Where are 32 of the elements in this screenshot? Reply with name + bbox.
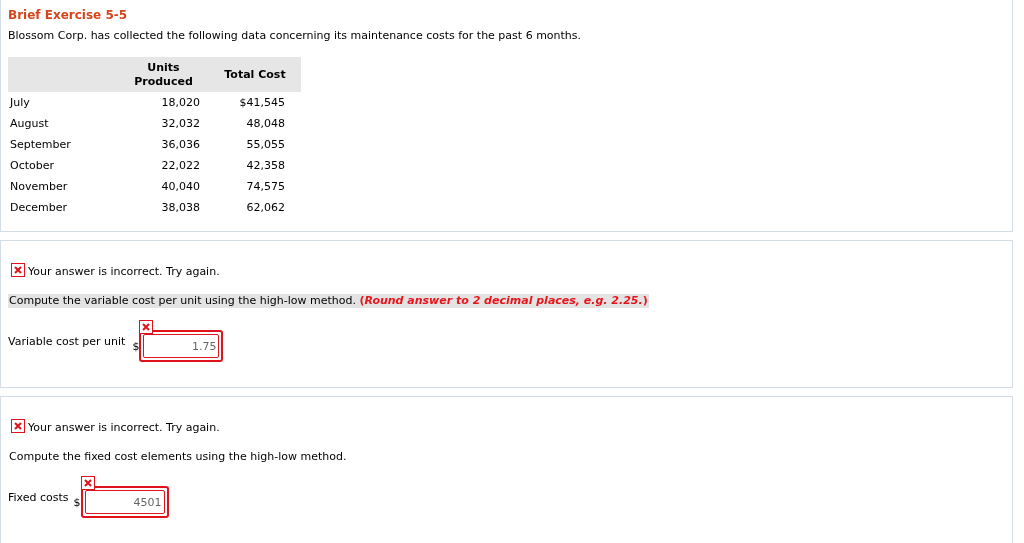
column-header: Units Produced	[118, 57, 209, 92]
exercise-description: Blossom Corp. has collected the following data concerning its maintenance costs for the past 6 months.	[8, 29, 583, 43]
table-cell: 38,038	[161, 200, 200, 214]
table-cell: 40,040	[161, 179, 200, 193]
feedback-message: Your answer is incorrect. Try again.	[28, 420, 220, 434]
table-cell: 18,020	[161, 95, 200, 109]
table-cell: 36,036	[161, 137, 200, 151]
table-cell: 22,022	[161, 158, 200, 172]
exercise-title: Brief Exercise 5-5	[8, 8, 129, 22]
table-cell: 32,032	[161, 116, 200, 130]
currency-sign: $	[132, 341, 140, 353]
table-cell: 48,048	[246, 116, 285, 130]
table-cell: August	[10, 116, 49, 130]
field-label: Fixed costs	[8, 491, 69, 505]
field-label: Variable cost per unit	[8, 335, 126, 349]
table-cell: 55,055	[246, 137, 285, 151]
currency-sign: $	[73, 497, 81, 509]
table-cell: December	[10, 200, 68, 214]
question-prompt: Compute the variable cost per unit using the high-low method. (Round answer to 2 decimal places, e.g. 2.25.)	[8, 294, 649, 308]
answer-field[interactable]: 4501	[80, 486, 169, 518]
table-cell: 42,358	[246, 158, 285, 172]
table-cell: October	[10, 158, 55, 172]
column-header: Total Cost	[209, 57, 301, 92]
table-cell: September	[10, 137, 71, 151]
answer-field[interactable]: 1.75	[139, 330, 224, 362]
table-cell: November	[10, 179, 68, 193]
table-cell: July	[10, 95, 30, 109]
question-prompt: Compute the fixed cost elements using the high-low method.	[8, 450, 348, 464]
table-cell: 74,575	[246, 179, 285, 193]
table-cell: $41,545	[239, 95, 285, 109]
table-cell: 62,062	[246, 200, 285, 214]
feedback-message: Your answer is incorrect. Try again.	[28, 264, 220, 278]
